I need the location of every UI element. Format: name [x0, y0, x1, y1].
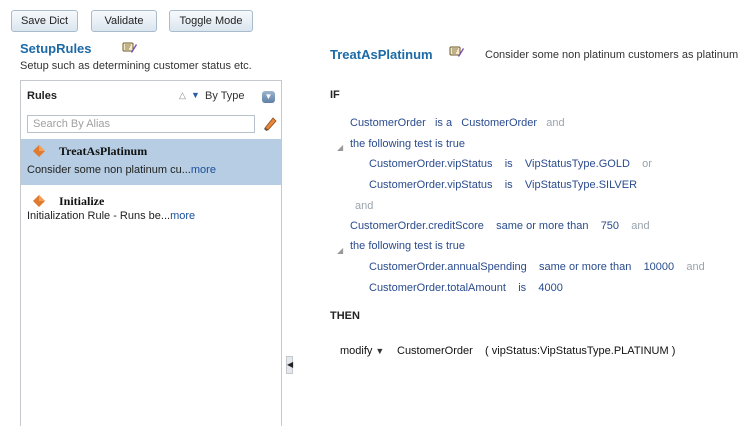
condition-left[interactable]: CustomerOrder.vipStatus — [369, 158, 493, 170]
rules-header-label: Rules — [27, 90, 57, 102]
condition-line[interactable]: CustomerOrder.totalAmount is 4000 — [369, 282, 563, 294]
condition-right[interactable]: 4000 — [538, 282, 562, 294]
validate-button[interactable]: Validate — [91, 10, 157, 32]
dropdown-icon[interactable]: ▼ — [375, 346, 384, 356]
condition-right[interactable]: VipStatusType.SILVER — [525, 179, 637, 191]
conjunction-line[interactable]: and — [355, 200, 373, 212]
condition-operator[interactable]: is — [518, 282, 526, 294]
condition-right[interactable]: VipStatusType.GOLD — [525, 158, 630, 170]
rule-title: TreatAsPlatinum — [330, 47, 433, 62]
conjunction[interactable]: or — [642, 158, 652, 170]
action-arguments[interactable]: ( vipStatus:VipStatusType.PLATINUM ) — [485, 345, 675, 357]
condition-right[interactable]: CustomerOrder — [461, 117, 537, 129]
rule-name: TreatAsPlatinum — [59, 144, 148, 158]
condition-left[interactable]: CustomerOrder — [350, 117, 426, 129]
collapse-triangle-icon[interactable]: ◢ — [337, 246, 343, 255]
condition-operator[interactable]: is — [505, 179, 513, 191]
more-link[interactable]: more — [191, 164, 216, 176]
rule-description: Consider some non platinum customers as … — [485, 49, 739, 61]
condition-line[interactable]: CustomerOrder.creditScore same or more t… — [350, 220, 650, 232]
condition-operator[interactable]: same or more than — [539, 261, 631, 273]
dictionary-icon[interactable] — [449, 45, 465, 59]
condition-operator[interactable]: is — [505, 158, 513, 170]
conjunction[interactable]: and — [686, 261, 704, 273]
if-keyword: IF — [330, 89, 340, 101]
conjunction[interactable]: and — [546, 117, 564, 129]
collapse-triangle-icon[interactable]: ◢ — [337, 143, 343, 152]
search-by-alias-input[interactable] — [27, 115, 255, 133]
condition-right[interactable]: 10000 — [644, 261, 675, 273]
test-group-label[interactable]: the following test is true — [350, 138, 465, 150]
toggle-mode-button[interactable]: Toggle Mode — [169, 10, 253, 32]
condition-left[interactable]: CustomerOrder.totalAmount — [369, 282, 506, 294]
ruleset-description: Setup such as determining customer statu… — [20, 60, 252, 72]
dropdown-icon[interactable]: ▼ — [262, 91, 275, 103]
condition-line[interactable]: CustomerOrder is a CustomerOrder and — [350, 117, 565, 129]
save-dict-button[interactable]: Save Dict — [11, 10, 78, 32]
condition-right[interactable]: 750 — [601, 220, 619, 232]
condition-left[interactable]: CustomerOrder.creditScore — [350, 220, 484, 232]
rule-diamond-icon — [33, 145, 45, 157]
rule-list-item-initialize[interactable]: Initialize Initialization Rule - Runs be… — [21, 189, 281, 225]
condition-left[interactable]: CustomerOrder.vipStatus — [369, 179, 493, 191]
conjunction[interactable]: and — [631, 220, 649, 232]
condition-line[interactable]: CustomerOrder.annualSpending same or mor… — [369, 261, 705, 273]
rule-description: Initialization Rule - Runs be...more — [27, 210, 196, 222]
condition-left[interactable]: CustomerOrder.annualSpending — [369, 261, 527, 273]
more-link[interactable]: more — [170, 210, 195, 222]
rule-list-item-treatasplatinum[interactable]: TreatAsPlatinum Consider some non platin… — [21, 139, 281, 185]
condition-operator[interactable]: same or more than — [496, 220, 588, 232]
rules-panel-header: Rules △ ▼ By Type ▼ — [21, 81, 281, 111]
rule-description: Consider some non platinum cu...more — [27, 164, 216, 176]
rule-name: Initialize — [59, 194, 105, 208]
ruleset-title: SetupRules — [20, 41, 92, 56]
sort-descending-icon[interactable]: ▼ — [191, 90, 200, 100]
condition-operator[interactable]: is a — [435, 117, 452, 129]
panel-splitter[interactable]: ◀ — [286, 356, 293, 374]
action-verb[interactable]: modify ▼ — [340, 345, 384, 357]
action-target[interactable]: CustomerOrder ( vipStatus:VipStatusType.… — [397, 345, 675, 357]
condition-line[interactable]: CustomerOrder.vipStatus is VipStatusType… — [369, 179, 637, 191]
sort-by-type-label[interactable]: By Type — [205, 90, 245, 102]
rules-panel: Rules △ ▼ By Type ▼ TreatAsPlatinum Cons… — [20, 80, 282, 426]
splitter-collapse-icon[interactable]: ◀ — [287, 360, 293, 369]
sort-ascending-icon[interactable]: △ — [179, 90, 186, 101]
eraser-icon[interactable] — [262, 115, 278, 131]
rule-diamond-icon — [33, 195, 45, 207]
dictionary-icon[interactable] — [122, 41, 138, 55]
condition-line[interactable]: CustomerOrder.vipStatus is VipStatusType… — [369, 158, 652, 170]
test-group-label[interactable]: the following test is true — [350, 240, 465, 252]
then-keyword: THEN — [330, 310, 360, 322]
